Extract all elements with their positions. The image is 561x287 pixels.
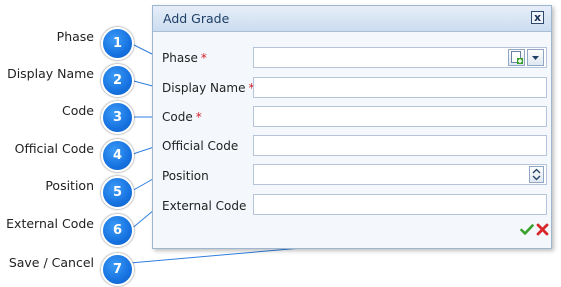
required-marker: * <box>200 51 207 65</box>
display-name-input[interactable] <box>253 77 547 98</box>
code-label-text: Code <box>162 110 193 124</box>
callout-label-phase: Phase <box>56 29 94 44</box>
add-new-icon <box>511 51 523 64</box>
checkmark-icon[interactable] <box>520 223 534 236</box>
external-code-label: External Code <box>162 199 247 213</box>
phase-dropdown-button[interactable] <box>527 49 544 66</box>
callout-badge-1: 1 <box>101 27 134 60</box>
callout-label-save-cancel: Save / Cancel <box>8 255 94 270</box>
official-code-label: Official Code <box>162 139 239 153</box>
callout-label-display-name: Display Name <box>7 66 94 81</box>
close-icon: x <box>533 11 542 24</box>
code-label: Code * <box>162 110 202 124</box>
callout-badge-2: 2 <box>101 64 134 97</box>
add-phase-button[interactable] <box>508 49 525 66</box>
callout-label-position: Position <box>45 178 94 193</box>
position-label: Position <box>162 169 209 183</box>
spinner-arrows <box>532 168 541 181</box>
close-button[interactable]: x <box>531 11 544 24</box>
callout-badge-4: 4 <box>101 139 134 172</box>
callout-badge-5: 5 <box>101 176 134 209</box>
callout-badge-3: 3 <box>101 101 134 134</box>
display-name-label-text: Display Name <box>162 81 246 95</box>
callout-badge-7: 7 <box>101 253 134 286</box>
phase-label: Phase * <box>162 51 207 65</box>
phase-combobox[interactable] <box>253 47 547 68</box>
dialog-titlebar[interactable]: Add Grade x <box>153 6 551 32</box>
position-input[interactable] <box>253 164 547 185</box>
chevron-down-icon <box>532 56 539 60</box>
external-code-input[interactable] <box>253 194 547 215</box>
spin-up-icon[interactable] <box>532 168 541 174</box>
add-grade-dialog: Add Grade x Phase * Display Name * Code … <box>152 5 552 249</box>
required-marker: * <box>195 110 202 124</box>
dialog-title: Add Grade <box>163 11 230 26</box>
code-input[interactable] <box>253 106 547 127</box>
official-code-input[interactable] <box>253 135 547 156</box>
spin-down-icon[interactable] <box>532 175 541 181</box>
callout-label-code: Code <box>61 103 94 118</box>
callout-label-official-code: Official Code <box>14 141 94 156</box>
phase-label-text: Phase <box>162 51 198 65</box>
callout-label-external-code: External Code <box>6 216 94 231</box>
display-name-label: Display Name * <box>162 81 254 95</box>
position-spinner[interactable] <box>529 166 544 183</box>
red-x-icon[interactable] <box>536 223 549 236</box>
callout-badge-6: 6 <box>101 214 134 247</box>
